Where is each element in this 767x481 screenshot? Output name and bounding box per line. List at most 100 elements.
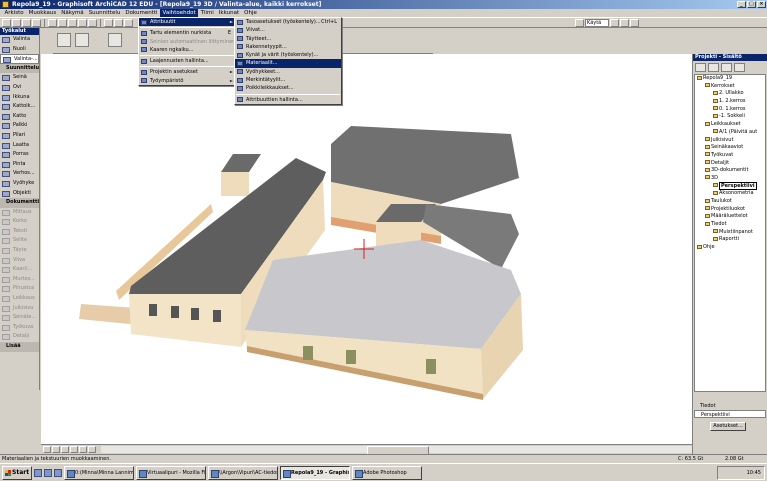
tree-item-3d-dokumentit[interactable]: 3D-dokumentit <box>695 167 765 175</box>
save-icon[interactable] <box>22 18 31 27</box>
tool-leikkaus[interactable]: Leikkaus <box>0 294 39 304</box>
tool-viiva[interactable]: Viiva <box>0 256 39 266</box>
paste-icon[interactable] <box>68 18 77 27</box>
tree-item-2-ullakko[interactable]: 2. Ullakko <box>695 90 765 98</box>
tree-item-leikkaukset[interactable]: Leikkaukset <box>695 121 765 129</box>
copy-icon[interactable] <box>58 18 67 27</box>
project-map-icon[interactable] <box>695 63 706 72</box>
tool-valinta[interactable]: Valinta <box>0 35 39 45</box>
menu-ohje[interactable]: Ohje <box>242 9 260 17</box>
menu-vaihtoehdot[interactable]: Vaihtoehdot <box>160 9 199 17</box>
menu-item-materiaalit[interactable]: Materiaalit... <box>235 59 341 68</box>
tool-seinäle[interactable]: Seinäle... <box>0 313 39 323</box>
tool-murtov[interactable]: Murtov... <box>0 275 39 285</box>
tool-ovi[interactable]: Ovi <box>0 83 39 93</box>
horizontal-scrollbar[interactable] <box>101 446 692 455</box>
tool-porras[interactable]: Porras <box>0 150 39 160</box>
tree-item-0-1-kerros[interactable]: 0. 1.kerros <box>695 106 765 114</box>
tool-pilari[interactable]: Pilari <box>0 131 39 141</box>
quick-launch-icon[interactable] <box>44 468 52 477</box>
zoom-in-icon[interactable] <box>43 446 51 453</box>
tool-vyöhyke[interactable]: Vyöhyke <box>0 179 39 189</box>
menu-item-projektin-asetukset[interactable]: Projektin asetukset ► <box>139 68 235 76</box>
navigate-icon[interactable] <box>610 18 619 27</box>
publisher-icon[interactable] <box>734 63 745 72</box>
menu-item-täytteet[interactable]: Täytteet... <box>235 35 341 43</box>
tool-dokumentti[interactable]: Dokumentti <box>0 198 39 208</box>
tool-piirustus[interactable]: Piirustus <box>0 284 39 294</box>
menu-tiimi[interactable]: Tiimi <box>198 9 216 17</box>
infobox-setting-icon[interactable] <box>57 33 71 47</box>
menu-item-vyöhykkeet[interactable]: Vyöhykkeet... <box>235 68 341 76</box>
quick-launch-icon[interactable] <box>54 468 62 477</box>
render-icon[interactable] <box>630 18 639 27</box>
orbit-icon[interactable] <box>70 446 78 453</box>
tool-seinä[interactable]: Seinä <box>0 73 39 83</box>
taskbar-task[interactable]: \\Argon\Vipuri\AC-tiedos... <box>208 465 278 480</box>
undo-icon[interactable] <box>78 18 87 27</box>
menu-suunnittelu[interactable]: Suunnittelu <box>86 9 123 17</box>
print-icon[interactable] <box>32 18 41 27</box>
menu-item-työympäristö[interactable]: Työympäristö ► <box>139 77 235 85</box>
tool-työkuva[interactable]: Työkuva <box>0 323 39 333</box>
tree-item-detaljit[interactable]: Detaljit <box>695 160 765 168</box>
tool-valinta[interactable]: Valinta-... <box>0 54 39 64</box>
maximize-button[interactable]: □ <box>747 1 756 8</box>
tree-item-aksonometria[interactable]: Aksonometria <box>695 190 765 198</box>
tree-item-tiedot[interactable]: Tiedot <box>695 221 765 229</box>
plan-view-icon[interactable] <box>104 18 113 27</box>
menu-item-laajennusten-hallinta[interactable]: Laajennusten hallinta... <box>139 57 235 65</box>
menu-item-kynät-ja-värit-työskentely[interactable]: Kynät ja värit (työskentely)... <box>235 51 341 59</box>
layout-book-icon[interactable] <box>721 63 732 72</box>
tool-verhos[interactable]: Verhos... <box>0 169 39 179</box>
3d-view-icon[interactable] <box>114 18 123 27</box>
tool-mittaus[interactable]: Mittaus <box>0 208 39 218</box>
redo-icon[interactable] <box>88 18 97 27</box>
menu-item-kaaren-ngkaiku[interactable]: Kaaren ngkaiku... <box>139 46 235 54</box>
tool-täyte[interactable]: Täyte <box>0 246 39 256</box>
menu-item-seinien-automaattinen-liittyminen[interactable]: Seinien automaattinen liittyminen <box>139 38 235 46</box>
tree-item-a-1-päivitä-aut[interactable]: A/1 (Päivitä aut <box>695 129 765 137</box>
tree-item-ohje[interactable]: Ohje <box>695 244 765 252</box>
tree-item-repola9-19[interactable]: Repola9_19 <box>695 75 765 83</box>
previous-view-icon[interactable] <box>88 446 96 453</box>
tree-item-raportti[interactable]: Raportti <box>695 236 765 244</box>
menu-ikkunat[interactable]: Ikkunat <box>216 9 241 17</box>
tree-item-julkisivut[interactable]: Julkisivut <box>695 137 765 145</box>
tool-suunnittelu[interactable]: Suunnittelu <box>0 63 39 74</box>
tool-kattoik[interactable]: Kattoik... <box>0 102 39 112</box>
menu-item-tasoasetukset-työskentely[interactable]: Tasoasetukset (työskentely)... Ctrl+L <box>235 18 341 26</box>
menu-item-attribuutit[interactable]: Attribuutit ► <box>139 18 235 27</box>
3d-viewport[interactable] <box>41 54 692 444</box>
layer-icon[interactable] <box>575 18 584 27</box>
menu-item-viivat[interactable]: Viivat... <box>235 26 341 34</box>
infobox-geometry-icon[interactable] <box>108 33 122 47</box>
taskbar-task[interactable]: Virtuaalipuri - Mozilla Fi... <box>136 465 206 480</box>
tool-nuoli[interactable]: Nuoli <box>0 45 39 55</box>
tool-selite[interactable]: Selite <box>0 236 39 246</box>
start-button[interactable]: Start <box>2 465 32 480</box>
layer-combo[interactable]: Käytä <box>585 18 609 27</box>
tool-palkki[interactable]: Palkki <box>0 121 39 131</box>
taskbar-task[interactable]: Adobe Photoshop <box>352 465 422 480</box>
tool-pinta[interactable]: Pinta <box>0 160 39 170</box>
menu-muokkaus[interactable]: Muokkaus <box>26 9 59 17</box>
details-row[interactable]: Perspektiivi <box>694 410 766 418</box>
tool-julkisivu[interactable]: Julkisivu <box>0 304 39 314</box>
quick-launch-icon[interactable] <box>34 468 42 477</box>
settings-button[interactable]: Asetukset... <box>710 422 746 431</box>
tree-item-perspektiivi[interactable]: Perspektiivi <box>695 181 765 191</box>
tool-objekti[interactable]: Objekti <box>0 189 39 199</box>
taskbar-task[interactable]: Repola9_19 - Graphis... <box>280 465 350 480</box>
tool-teksti[interactable]: Teksti <box>0 227 39 237</box>
cut-icon[interactable] <box>48 18 57 27</box>
tool-kaari[interactable]: Kaari/... <box>0 265 39 275</box>
open-file-icon[interactable] <box>12 18 21 27</box>
tree-item-määräluettelot[interactable]: Määräluettelot <box>695 213 765 221</box>
walk-icon[interactable] <box>620 18 629 27</box>
zoom-out-icon[interactable] <box>52 446 60 453</box>
tree-item-taulukot[interactable]: Taulukot <box>695 198 765 206</box>
tool-korko[interactable]: Korko <box>0 217 39 227</box>
tool-katto[interactable]: Katto <box>0 112 39 122</box>
menu-item-attribuuttien-hallinta[interactable]: Attribuuttien hallinta... <box>235 96 341 104</box>
